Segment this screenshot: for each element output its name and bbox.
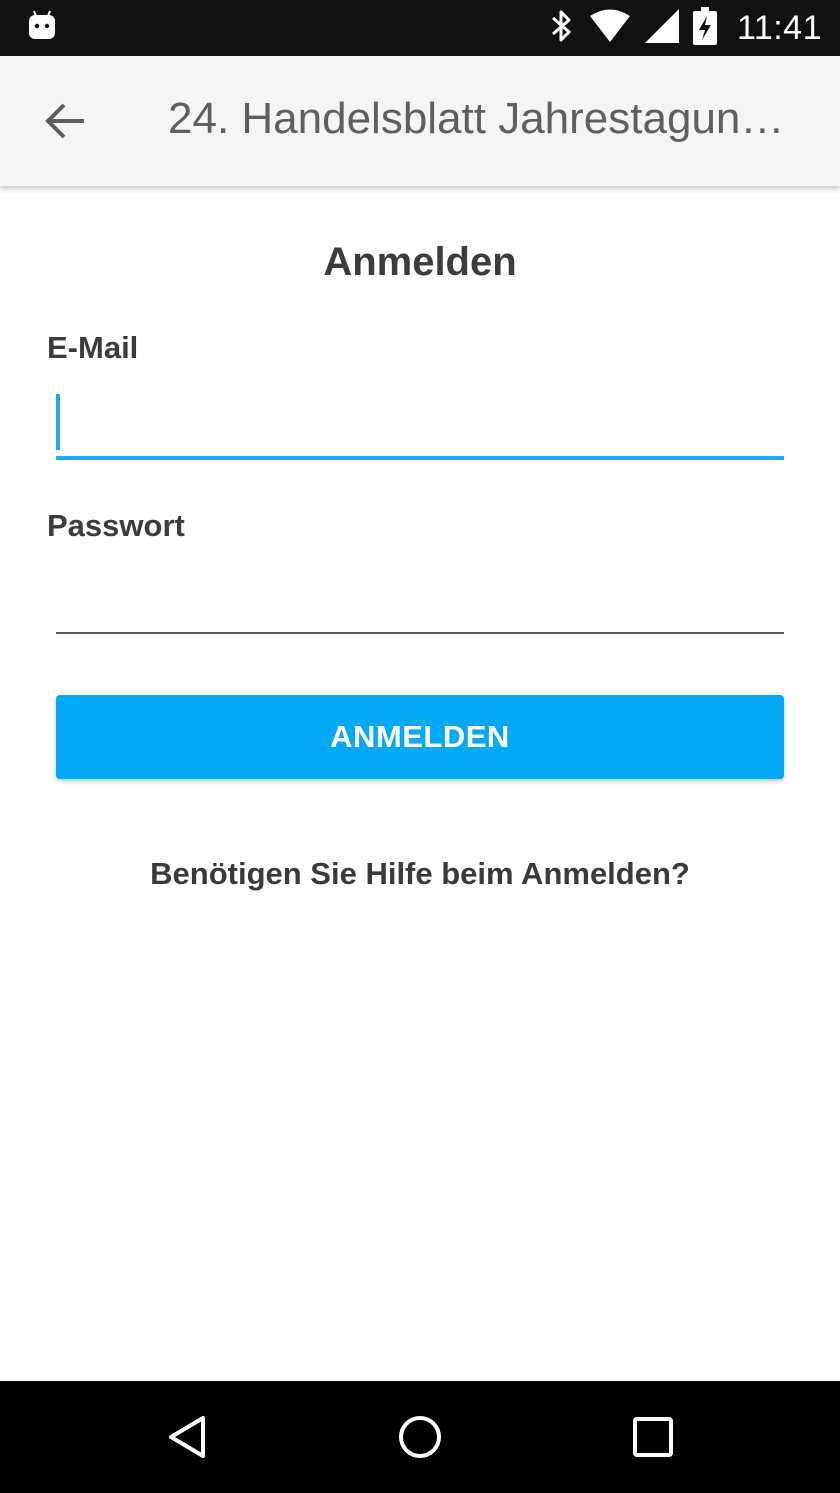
bluetooth-icon: [549, 8, 575, 49]
app-title: 24. Handelsblatt Jahrestagun…: [168, 94, 785, 143]
email-label: E-Mail: [47, 330, 139, 365]
wifi-icon: [589, 9, 631, 48]
email-field[interactable]: [56, 390, 784, 456]
nav-recents-icon: [633, 1417, 673, 1457]
help-link[interactable]: Benötigen Sie Hilfe beim Anmelden?: [0, 856, 840, 892]
battery-charging-icon: [692, 6, 717, 50]
app-bar: 24. Handelsblatt Jahrestagun…: [0, 56, 840, 186]
password-label: Passwort: [47, 508, 185, 543]
status-bar: 11:41: [0, 0, 840, 56]
signal-icon: [644, 8, 679, 48]
email-field-container: [56, 390, 784, 460]
nav-home-button[interactable]: [380, 1397, 460, 1477]
page-title: Anmelden: [323, 240, 517, 284]
navigation-bar: [0, 1381, 840, 1493]
android-notification-icon: [26, 9, 58, 46]
nav-home-icon: [399, 1416, 441, 1458]
status-time: 11:41: [736, 8, 822, 47]
nav-back-button[interactable]: [147, 1397, 227, 1477]
back-button[interactable]: [36, 91, 96, 151]
text-cursor: [56, 394, 60, 450]
nav-back-icon: [169, 1416, 205, 1458]
password-field[interactable]: [56, 568, 784, 632]
nav-recents-button[interactable]: [613, 1397, 693, 1477]
login-button[interactable]: ANMELDEN: [56, 695, 784, 779]
password-field-container: [56, 568, 784, 634]
arrow-left-icon: [45, 103, 84, 139]
